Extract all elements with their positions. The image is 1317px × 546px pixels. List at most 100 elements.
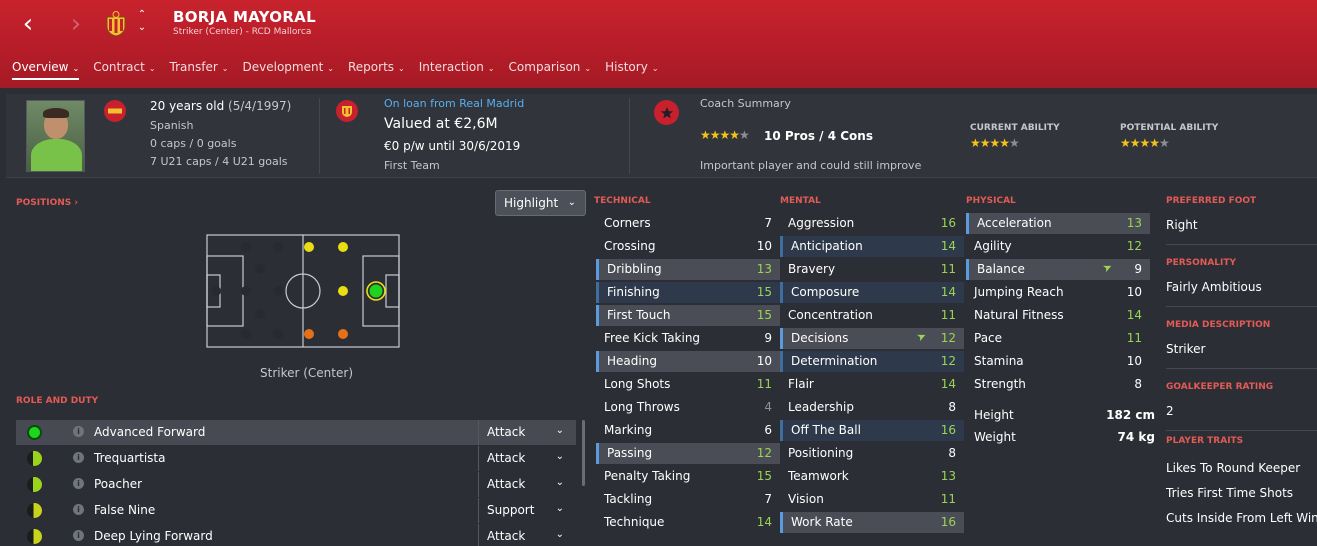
duty-dropdown[interactable]: Support ⌄ [478,498,576,523]
attribute-row[interactable]: Heading 10 [596,351,780,372]
attribute-row[interactable]: Teamwork 13 [780,466,964,487]
attribute-row[interactable]: Vision 11 [780,489,964,510]
attribute-name: Corners [604,216,651,230]
attribute-row[interactable]: Positioning 8 [780,443,964,464]
positions-title[interactable]: POSITIONS › [16,198,78,208]
role-row[interactable]: i Deep Lying Forward Attack ⌄ [16,524,576,546]
attribute-row[interactable]: Passing 12 [596,443,780,464]
tab-reports[interactable]: Reports ⌄ [348,58,405,82]
attribute-row[interactable]: Strength 8 [966,374,1150,395]
club-crest-icon[interactable] [104,11,128,37]
weight-value: 74 kg [1117,430,1155,444]
info-icon[interactable]: i [73,530,84,541]
attribute-name: Agility [974,239,1012,253]
attribute-row[interactable]: Jumping Reach 10 [966,282,1150,303]
attribute-row[interactable]: Anticipation 14 [780,236,964,257]
info-icon[interactable]: i [73,452,84,463]
attribute-value: 14 [756,515,772,529]
attribute-row[interactable]: Finishing 15 [596,282,780,303]
attribute-row[interactable]: Stamina 10 [966,351,1150,372]
attribute-row[interactable]: Dribbling 13 [596,259,780,280]
attribute-row[interactable]: Leadership 8 [780,397,964,418]
attribute-row[interactable]: Penalty Taking 15 [596,466,780,487]
attribute-row[interactable]: Natural Fitness 14 [966,305,1150,326]
attribute-row[interactable]: Long Shots 11 [596,374,780,395]
attribute-row[interactable]: Crossing 10 [596,236,780,257]
attribute-name: Tackling [604,492,653,506]
attribute-row[interactable]: Flair 14 [780,374,964,395]
attribute-row[interactable]: Off The Ball 16 [780,420,964,441]
tab-label: Comparison [508,60,581,74]
tab-overview[interactable]: Overview ⌄ [12,58,80,82]
role-duty-title: ROLE AND DUTY [16,396,99,406]
duty-dropdown[interactable]: Attack ⌄ [478,420,576,445]
player-trait: Tries First Time Shots [1166,486,1294,500]
tab-interaction[interactable]: Interaction ⌄ [419,58,495,82]
duty-label: Attack [487,425,526,439]
attribute-row[interactable]: Decisions 12 ➤ [780,328,964,349]
attribute-row[interactable]: Long Throws 4 [596,397,780,418]
info-icon[interactable]: i [73,504,84,515]
pros-cons[interactable]: 10 Pros / 4 Cons [764,129,873,143]
attribute-name: Long Throws [604,400,680,414]
tab-label: History [605,60,648,74]
attribute-row[interactable]: Determination 12 [780,351,964,372]
tab-transfer[interactable]: Transfer ⌄ [170,58,229,82]
attribute-row[interactable]: Technique 14 [596,512,780,533]
attribute-name: Flair [788,377,814,391]
attribute-row[interactable]: Acceleration 13 [966,213,1150,234]
attribute-row[interactable]: Aggression 16 [780,213,964,234]
attribute-row[interactable]: Tackling 7 [596,489,780,510]
progress-arrow-icon: ➤ [914,328,929,345]
current-ability-label: CURRENT ABILITY [970,123,1060,133]
loan-link[interactable]: On loan from Real Madrid [384,97,524,110]
attribute-row[interactable]: Concentration 11 [780,305,964,326]
role-row[interactable]: i Poacher Attack ⌄ [16,472,576,497]
attribute-value: 11 [940,262,956,276]
back-arrow-icon[interactable]: ‹ [16,10,40,38]
role-list-scrollbar[interactable] [582,420,585,486]
role-row[interactable]: i Trequartista Attack ⌄ [16,446,576,471]
age-text: 20 years old [150,99,225,113]
duty-dropdown[interactable]: Attack ⌄ [478,524,576,546]
duty-dropdown[interactable]: Attack ⌄ [478,446,576,471]
chevron-down-icon: ⌄ [555,503,564,514]
attribute-row[interactable]: Composure 14 [780,282,964,303]
attribute-row[interactable]: Bravery 11 [780,259,964,280]
attribute-value: 13 [940,469,956,483]
attribute-value: 16 [940,515,956,529]
dob-text: (5/4/1997) [228,99,292,113]
attribute-row[interactable]: Marking 6 [596,420,780,441]
tab-history[interactable]: History ⌄ [605,58,658,82]
role-name: Poacher [94,477,143,491]
divider [319,98,320,174]
attribute-row[interactable]: Balance 9 ➤ [966,259,1150,280]
player-switch-control[interactable]: ⌃ ⌄ [136,8,148,34]
attribute-name: Acceleration [977,216,1052,230]
info-icon[interactable]: i [73,426,84,437]
attribute-name: Free Kick Taking [604,331,701,345]
tab-development[interactable]: Development ⌄ [243,58,335,82]
forward-arrow-icon[interactable]: › [64,10,88,38]
role-row[interactable]: i False Nine Support ⌄ [16,498,576,523]
attribute-row[interactable]: Free Kick Taking 9 [596,328,780,349]
attribute-row[interactable]: First Touch 15 [596,305,780,326]
attribute-row[interactable]: Pace 11 [966,328,1150,349]
weight-label: Weight [974,430,1016,444]
player-trait: Cuts Inside From Left Wing [1166,511,1317,525]
attribute-row[interactable]: Work Rate 16 [780,512,964,533]
role-row[interactable]: i Advanced Forward Attack ⌄ [16,420,576,445]
tab-comparison[interactable]: Comparison ⌄ [509,58,592,82]
squad-status: First Team [384,159,440,172]
highlight-dropdown[interactable]: Highlight ⌄ [495,190,586,216]
attribute-value: 15 [756,308,772,322]
info-icon[interactable]: i [73,478,84,489]
highlight-label: Highlight [504,196,559,210]
media-description-title: MEDIA DESCRIPTION [1166,320,1271,330]
duty-dropdown[interactable]: Attack ⌄ [478,472,576,497]
tab-contract[interactable]: Contract ⌄ [93,58,155,82]
attribute-name: Dribbling [607,262,662,276]
attribute-row[interactable]: Corners 7 [596,213,780,234]
attribute-row[interactable]: Agility 12 [966,236,1150,257]
chevron-down-icon: ⌄ [567,197,576,208]
